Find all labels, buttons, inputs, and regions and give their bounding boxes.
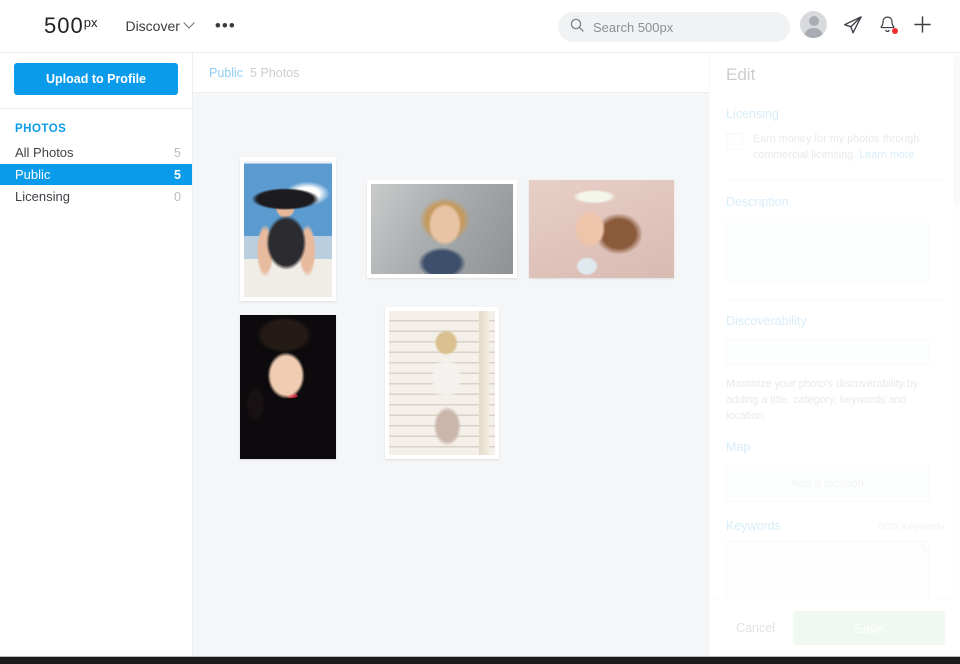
photo-card-3[interactable] [529,180,674,278]
edit-panel-footer: Cancel Save [710,598,960,657]
sidebar-item-count: 5 [174,167,181,182]
avatar[interactable] [800,11,827,38]
sidebar-item-public[interactable]: Public 5 [0,164,192,185]
photo-woman-white-wall [389,311,495,455]
photo-dark-portrait-red-lips [240,315,336,459]
sidebar-item-count: 5 [174,145,181,160]
edit-panel-scroll-area: Edit Licensing Earn money for my photos … [710,53,960,598]
window-bottom-bar [0,657,960,664]
nav-discover-label: Discover [125,18,180,34]
paper-plane-icon [844,16,862,34]
licensing-checkbox[interactable] [726,133,743,150]
discoverability-heading: Discoverability [726,314,807,329]
logo-text-main: 500 [44,13,84,38]
photo-grid [193,93,709,657]
section-divider [726,299,945,301]
sidebar-item-count: 0 [174,189,181,204]
search-input[interactable] [593,19,773,35]
save-button[interactable]: Save [793,611,945,645]
search-bar[interactable] [558,12,790,42]
breadcrumb-current[interactable]: Public [209,66,243,80]
keywords-counter: 0/20 Keywords [878,522,945,534]
keywords-textarea[interactable] [726,541,929,598]
cancel-button[interactable]: Cancel [730,613,781,643]
sidebar-item-label: All Photos [15,145,74,160]
edit-panel-scrollbar-track[interactable] [953,53,960,598]
map-heading: Map [726,440,751,455]
top-navigation-bar: 500 px Discover ••• [0,0,960,53]
edit-panel-scrollbar-thumb[interactable] [953,55,960,205]
sidebar-item-label: Licensing [15,189,70,204]
search-icon [570,18,584,37]
chevron-down-icon [183,17,195,29]
learn-more-link[interactable]: Learn more [859,149,914,161]
nav-icon-group [800,11,933,38]
main-content: Public 5 Photos [193,53,709,657]
sidebar-item-label: Public [15,167,51,182]
nav-more-button[interactable]: ••• [215,17,236,34]
photo-woman-black-hat-swimsuit [244,161,332,297]
map-location-input[interactable]: Add a location [726,465,929,503]
section-divider [726,180,945,182]
app-window: 500 px Discover ••• Search 500px Upload … [0,0,960,664]
discoverability-help-text: Maximize your photo's discoverability by… [726,378,919,422]
add-button[interactable] [912,14,933,35]
500px-logo[interactable]: 500 px [44,13,97,39]
licensing-heading: Licensing [726,107,779,121]
edit-panel-title: Edit [726,65,756,84]
description-heading: Description [726,195,789,210]
photo-woman-flower-crown [529,180,674,278]
photo-count-label: 5 Photos [250,65,300,80]
description-textarea[interactable] [726,220,929,283]
upload-to-profile-button[interactable]: Upload to Profile [14,63,178,95]
photo-card-4[interactable] [240,315,336,459]
sidebar-item-all-photos[interactable]: All Photos 5 [0,142,192,163]
plus-icon [914,16,931,33]
title-input[interactable] [726,339,929,366]
photo-card-1[interactable] [240,157,336,301]
logo-text-superscript: px [83,15,98,30]
licensing-row: Earn money for my photos through commerc… [726,132,945,163]
licensing-help-text: Earn money for my photos through commerc… [753,132,945,163]
keywords-heading: Keywords [726,519,781,534]
nav-discover[interactable]: Discover [125,17,195,34]
notification-badge-dot [892,27,898,34]
messages-button[interactable] [842,14,863,35]
breadcrumb: Public 5 Photos [193,53,709,93]
sidebar: Upload to Profile PHOTOS All Photos 5 Pu… [0,53,193,657]
scroll-up-icon [918,545,925,553]
sidebar-section-title: PHOTOS [15,123,67,135]
edit-panel: Edit Licensing Earn money for my photos … [709,53,960,657]
notifications-button[interactable] [878,15,898,35]
keywords-header: Keywords 0/20 Keywords [726,519,945,533]
photo-card-2[interactable] [367,180,517,278]
photo-blonde-woman-portrait [371,184,513,274]
photo-card-5[interactable] [385,307,499,459]
sidebar-item-licensing[interactable]: Licensing 0 [0,186,192,207]
